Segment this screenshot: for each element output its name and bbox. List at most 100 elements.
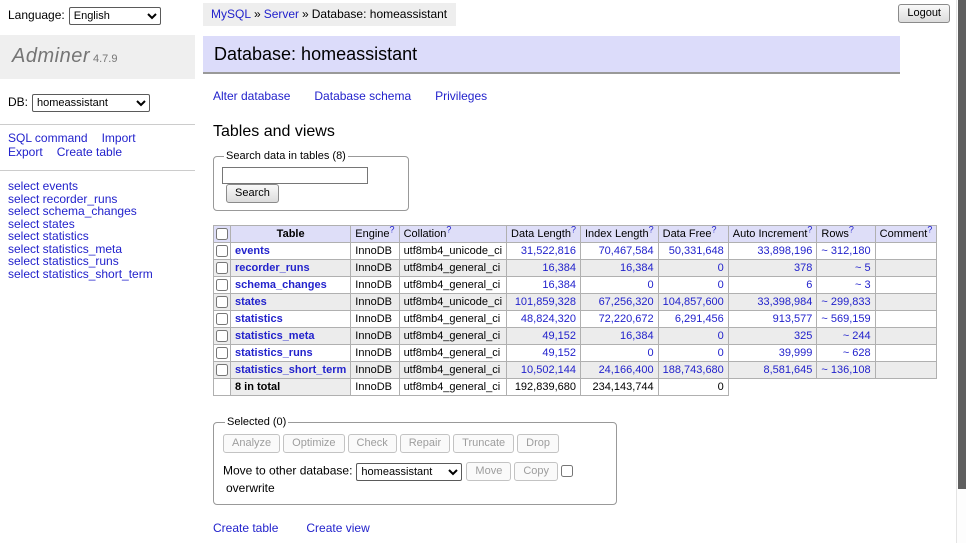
- data-length-link[interactable]: 16,384: [511, 279, 576, 291]
- auto-increment-link[interactable]: 325: [733, 330, 813, 342]
- help-icon[interactable]: ?: [390, 226, 395, 235]
- collation-cell: utf8mb4_unicode_ci: [399, 294, 506, 311]
- scrollbar-thumb[interactable]: [958, 0, 966, 489]
- auto-increment-link[interactable]: 378: [733, 262, 813, 274]
- row-checkbox[interactable]: [216, 262, 228, 274]
- row-checkbox[interactable]: [216, 245, 228, 257]
- table-name-link[interactable]: statistics_runs: [235, 347, 313, 359]
- data-free-link[interactable]: 50,331,648: [663, 245, 724, 257]
- auto-increment-link[interactable]: 39,999: [733, 347, 813, 359]
- auto-increment-link[interactable]: 6: [733, 279, 813, 291]
- privileges-link[interactable]: Privileges: [435, 89, 487, 103]
- vertical-scrollbar[interactable]: [956, 0, 966, 543]
- analyze-button[interactable]: Analyze: [223, 434, 280, 453]
- truncate-button[interactable]: Truncate: [453, 434, 514, 453]
- index-length-link[interactable]: 72,220,672: [585, 313, 654, 325]
- move-button[interactable]: Move: [466, 462, 511, 481]
- auto-increment-link[interactable]: 913,577: [733, 313, 813, 325]
- data-length-link[interactable]: 101,859,328: [511, 296, 576, 308]
- data-free-link[interactable]: 0: [663, 279, 724, 291]
- row-checkbox[interactable]: [216, 347, 228, 359]
- breadcrumb-mysql-link[interactable]: MySQL: [211, 7, 251, 21]
- copy-button[interactable]: Copy: [514, 462, 558, 481]
- data-free-link[interactable]: 0: [663, 347, 724, 359]
- rows-link[interactable]: ~ 628: [821, 347, 870, 359]
- help-icon[interactable]: ?: [807, 226, 812, 235]
- index-length-link[interactable]: 16,384: [585, 330, 654, 342]
- row-checkbox[interactable]: [216, 313, 228, 325]
- create-view-link[interactable]: Create view: [306, 521, 369, 535]
- data-free-link[interactable]: 188,743,680: [663, 364, 724, 376]
- data-free-link[interactable]: 6,291,456: [663, 313, 724, 325]
- rows-link[interactable]: ~ 136,108: [821, 364, 870, 376]
- help-icon[interactable]: ?: [849, 226, 854, 235]
- logout-button[interactable]: Logout: [898, 4, 950, 23]
- row-checkbox[interactable]: [216, 279, 228, 291]
- index-length-link[interactable]: 70,467,584: [585, 245, 654, 257]
- index-length-link[interactable]: 67,256,320: [585, 296, 654, 308]
- overwrite-checkbox[interactable]: [561, 465, 573, 477]
- index-length-link[interactable]: 16,384: [585, 262, 654, 274]
- sidebar-select-link[interactable]: select events: [8, 180, 187, 193]
- auto-increment-link[interactable]: 33,398,984: [733, 296, 813, 308]
- data-length-link[interactable]: 48,824,320: [511, 313, 576, 325]
- help-icon[interactable]: ?: [649, 226, 654, 235]
- data-length-link[interactable]: 49,152: [511, 330, 576, 342]
- data-free-link[interactable]: 0: [663, 262, 724, 274]
- auto-increment-link[interactable]: 8,581,645: [733, 364, 813, 376]
- rows-link[interactable]: ~ 312,180: [821, 245, 870, 257]
- create-table-link-main[interactable]: Create table: [213, 521, 278, 535]
- table-name-link[interactable]: states: [235, 296, 267, 308]
- table-name-link[interactable]: events: [235, 245, 270, 257]
- optimize-button[interactable]: Optimize: [283, 434, 344, 453]
- drop-button[interactable]: Drop: [517, 434, 559, 453]
- data-length-link[interactable]: 49,152: [511, 347, 576, 359]
- rows-link[interactable]: ~ 244: [821, 330, 870, 342]
- data-length-link[interactable]: 10,502,144: [511, 364, 576, 376]
- search-button[interactable]: Search: [226, 184, 279, 203]
- data-free-link[interactable]: 0: [663, 330, 724, 342]
- database-schema-link[interactable]: Database schema: [314, 89, 411, 103]
- index-length-link[interactable]: 0: [585, 347, 654, 359]
- table-name-link[interactable]: statistics: [235, 313, 283, 325]
- import-link[interactable]: Import: [102, 131, 136, 145]
- export-link[interactable]: Export: [8, 145, 43, 159]
- table-name-link[interactable]: recorder_runs: [235, 262, 310, 274]
- index-length-link[interactable]: 24,166,400: [585, 364, 654, 376]
- row-checkbox[interactable]: [216, 330, 228, 342]
- index-length-link[interactable]: 0: [585, 279, 654, 291]
- rows-link[interactable]: ~ 569,159: [821, 313, 870, 325]
- sidebar-select-link[interactable]: select schema_changes: [8, 205, 187, 218]
- data-free-link[interactable]: 104,857,600: [663, 296, 724, 308]
- row-checkbox[interactable]: [216, 364, 228, 376]
- sidebar-select-link[interactable]: select statistics_runs: [8, 255, 187, 268]
- table-name-link[interactable]: schema_changes: [235, 279, 327, 291]
- move-database-select[interactable]: homeassistant: [356, 463, 462, 481]
- search-input[interactable]: [222, 167, 368, 184]
- check-button[interactable]: Check: [348, 434, 397, 453]
- help-icon[interactable]: ?: [712, 226, 717, 235]
- data-length-link[interactable]: 16,384: [511, 262, 576, 274]
- table-name-link[interactable]: statistics_short_term: [235, 364, 346, 376]
- language-select[interactable]: English: [69, 7, 161, 25]
- help-icon[interactable]: ?: [446, 226, 451, 235]
- data-length-link[interactable]: 31,522,816: [511, 245, 576, 257]
- sidebar-select-link[interactable]: select statistics_short_term: [8, 268, 187, 281]
- sql-command-link[interactable]: SQL command: [8, 131, 88, 145]
- breadcrumb-server-link[interactable]: Server: [264, 7, 299, 21]
- select-all-checkbox[interactable]: [216, 228, 228, 240]
- help-icon[interactable]: ?: [927, 226, 932, 235]
- alter-database-link[interactable]: Alter database: [213, 89, 290, 103]
- sidebar-select-link[interactable]: select statistics: [8, 230, 187, 243]
- row-checkbox-cell: [214, 260, 231, 277]
- db-select[interactable]: homeassistant: [32, 94, 150, 112]
- auto-increment-link[interactable]: 33,898,196: [733, 245, 813, 257]
- rows-link[interactable]: ~ 299,833: [821, 296, 870, 308]
- help-icon[interactable]: ?: [571, 226, 576, 235]
- row-checkbox[interactable]: [216, 296, 228, 308]
- create-table-link[interactable]: Create table: [57, 145, 122, 159]
- rows-link[interactable]: ~ 3: [821, 279, 870, 291]
- table-name-link[interactable]: statistics_meta: [235, 330, 315, 342]
- repair-button[interactable]: Repair: [400, 434, 450, 453]
- rows-link[interactable]: ~ 5: [821, 262, 870, 274]
